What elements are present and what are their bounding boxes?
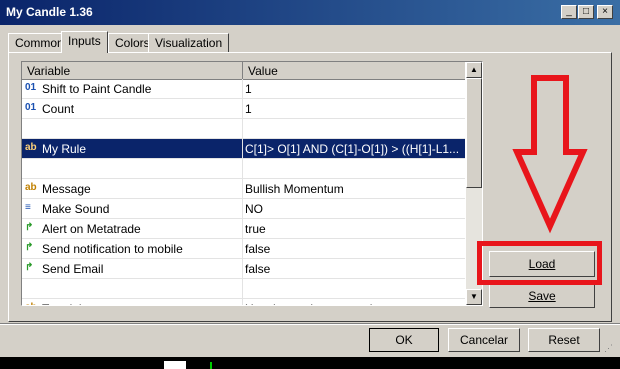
column-header-variable[interactable]: Variable [27, 64, 70, 78]
grid-row[interactable]: ↱ Alert on Metatrade true [22, 219, 465, 239]
variable-cell[interactable]: ab My Rule [22, 139, 243, 158]
value-cell[interactable]: Bullish Momentum [245, 182, 463, 196]
grid-row[interactable] [22, 279, 465, 299]
variable-cell[interactable]: ab Message [22, 179, 243, 198]
variable-name: Send Email [42, 262, 104, 276]
parameter-type-icon [25, 282, 39, 294]
red-highlight-box [477, 241, 602, 285]
grid-row[interactable]: ↱ Send Email false [22, 259, 465, 279]
grid-row[interactable]: ab Message Bullish Momentum [22, 179, 465, 199]
grid-header: Variable Value [22, 62, 465, 80]
scroll-up-button[interactable]: ▲ [466, 62, 482, 78]
grid-row[interactable]: ≡ Make Sound NO [22, 199, 465, 219]
grid-row[interactable]: abTutorialUse the mode to test rules on.… [22, 299, 465, 305]
variable-name: Make Sound [42, 202, 110, 216]
variable-name: Alert on Metatrade [42, 222, 141, 236]
tab-inputs[interactable]: Inputs [61, 31, 108, 53]
background-chart-element [164, 361, 186, 369]
parameter-type-icon: ab [25, 302, 39, 305]
variable-cell[interactable]: ↱ Alert on Metatrade [22, 219, 243, 238]
variable-cell[interactable]: 01 Shift to Paint Candle [22, 79, 243, 98]
value-cell[interactable]: NO [245, 202, 463, 216]
inputs-grid[interactable]: Variable Value 01 Shift to Paint Candle 1 0… [21, 61, 483, 306]
parameter-type-icon: ↱ [25, 242, 34, 253]
background-chart-element [210, 362, 212, 369]
grid-row[interactable]: 01 Count 1 [22, 99, 465, 119]
value-cell[interactable]: 1 [245, 102, 463, 116]
grid-row[interactable]: ↱ Send notification to mobile false [22, 239, 465, 259]
grid-row[interactable]: 01 Shift to Paint Candle 1 [22, 79, 465, 99]
variable-name: My Rule [42, 142, 87, 156]
save-label: Save [528, 289, 556, 303]
variable-cell[interactable]: ↱ Send Email [22, 259, 243, 278]
save-button[interactable]: Save [489, 284, 595, 308]
title-bar: My Candle 1.36 _ □ × [0, 0, 620, 25]
grid-row[interactable]: ab My Rule C[1]> O[1] AND (C[1]-O[1]) > ((… [22, 139, 465, 159]
variable-cell[interactable] [22, 279, 243, 298]
value-cell[interactable]: false [245, 262, 463, 276]
ok-button[interactable]: OK [369, 328, 439, 352]
parameter-type-icon: 01 [25, 102, 37, 113]
variable-cell[interactable] [22, 119, 243, 138]
variable-cell[interactable] [22, 159, 243, 178]
scroll-down-button[interactable]: ▼ [466, 289, 482, 305]
value-cell[interactable]: Use the mode to test rules on... [245, 302, 463, 305]
variable-name: Send notification to mobile [42, 242, 183, 256]
parameter-type-icon: ↱ [25, 262, 34, 273]
variable-name: Message [42, 182, 91, 196]
parameter-type-icon: ↱ [25, 222, 34, 233]
value-cell[interactable]: true [245, 222, 463, 236]
variable-cell[interactable]: abTutorial [22, 299, 243, 305]
red-down-arrow-icon [512, 75, 588, 234]
grid-row[interactable] [22, 159, 465, 179]
parameter-type-icon: ≡ [25, 202, 31, 213]
variable-cell[interactable]: ↱ Send notification to mobile [22, 239, 243, 258]
grid-row[interactable] [22, 119, 465, 139]
tab-visualization[interactable]: Visualization [148, 33, 230, 52]
value-cell[interactable]: false [245, 242, 463, 256]
parameter-type-icon: 01 [25, 82, 37, 93]
minimize-button[interactable]: _ [561, 5, 577, 19]
column-header-value[interactable]: Value [248, 64, 278, 78]
value-cell[interactable]: C[1]> O[1] AND (C[1]-O[1]) > ((H[1]-L1..… [245, 142, 463, 156]
parameter-type-icon: ab [25, 182, 37, 193]
scroll-thumb[interactable] [466, 78, 482, 188]
variable-name: Count [42, 102, 75, 116]
reset-button[interactable]: Reset [528, 328, 600, 352]
parameter-type-icon: ab [25, 142, 37, 153]
resize-grip-icon[interactable]: ⋰ [604, 342, 616, 354]
cancel-button[interactable]: Cancelar [448, 328, 520, 352]
variable-cell[interactable]: ≡ Make Sound [22, 199, 243, 218]
maximize-button[interactable]: □ [578, 5, 594, 19]
variable-name: Shift to Paint Candle [42, 82, 152, 96]
parameter-type-icon [25, 162, 39, 174]
window-title: My Candle 1.36 [6, 5, 93, 19]
value-cell[interactable]: 1 [245, 82, 463, 96]
variable-name: Tutorial [42, 302, 82, 305]
dialog-window: My Candle 1.36 _ □ × Common Inputs Color… [0, 0, 620, 357]
close-button[interactable]: × [597, 5, 613, 19]
variable-cell[interactable]: 01 Count [22, 99, 243, 118]
parameter-type-icon [25, 122, 39, 134]
